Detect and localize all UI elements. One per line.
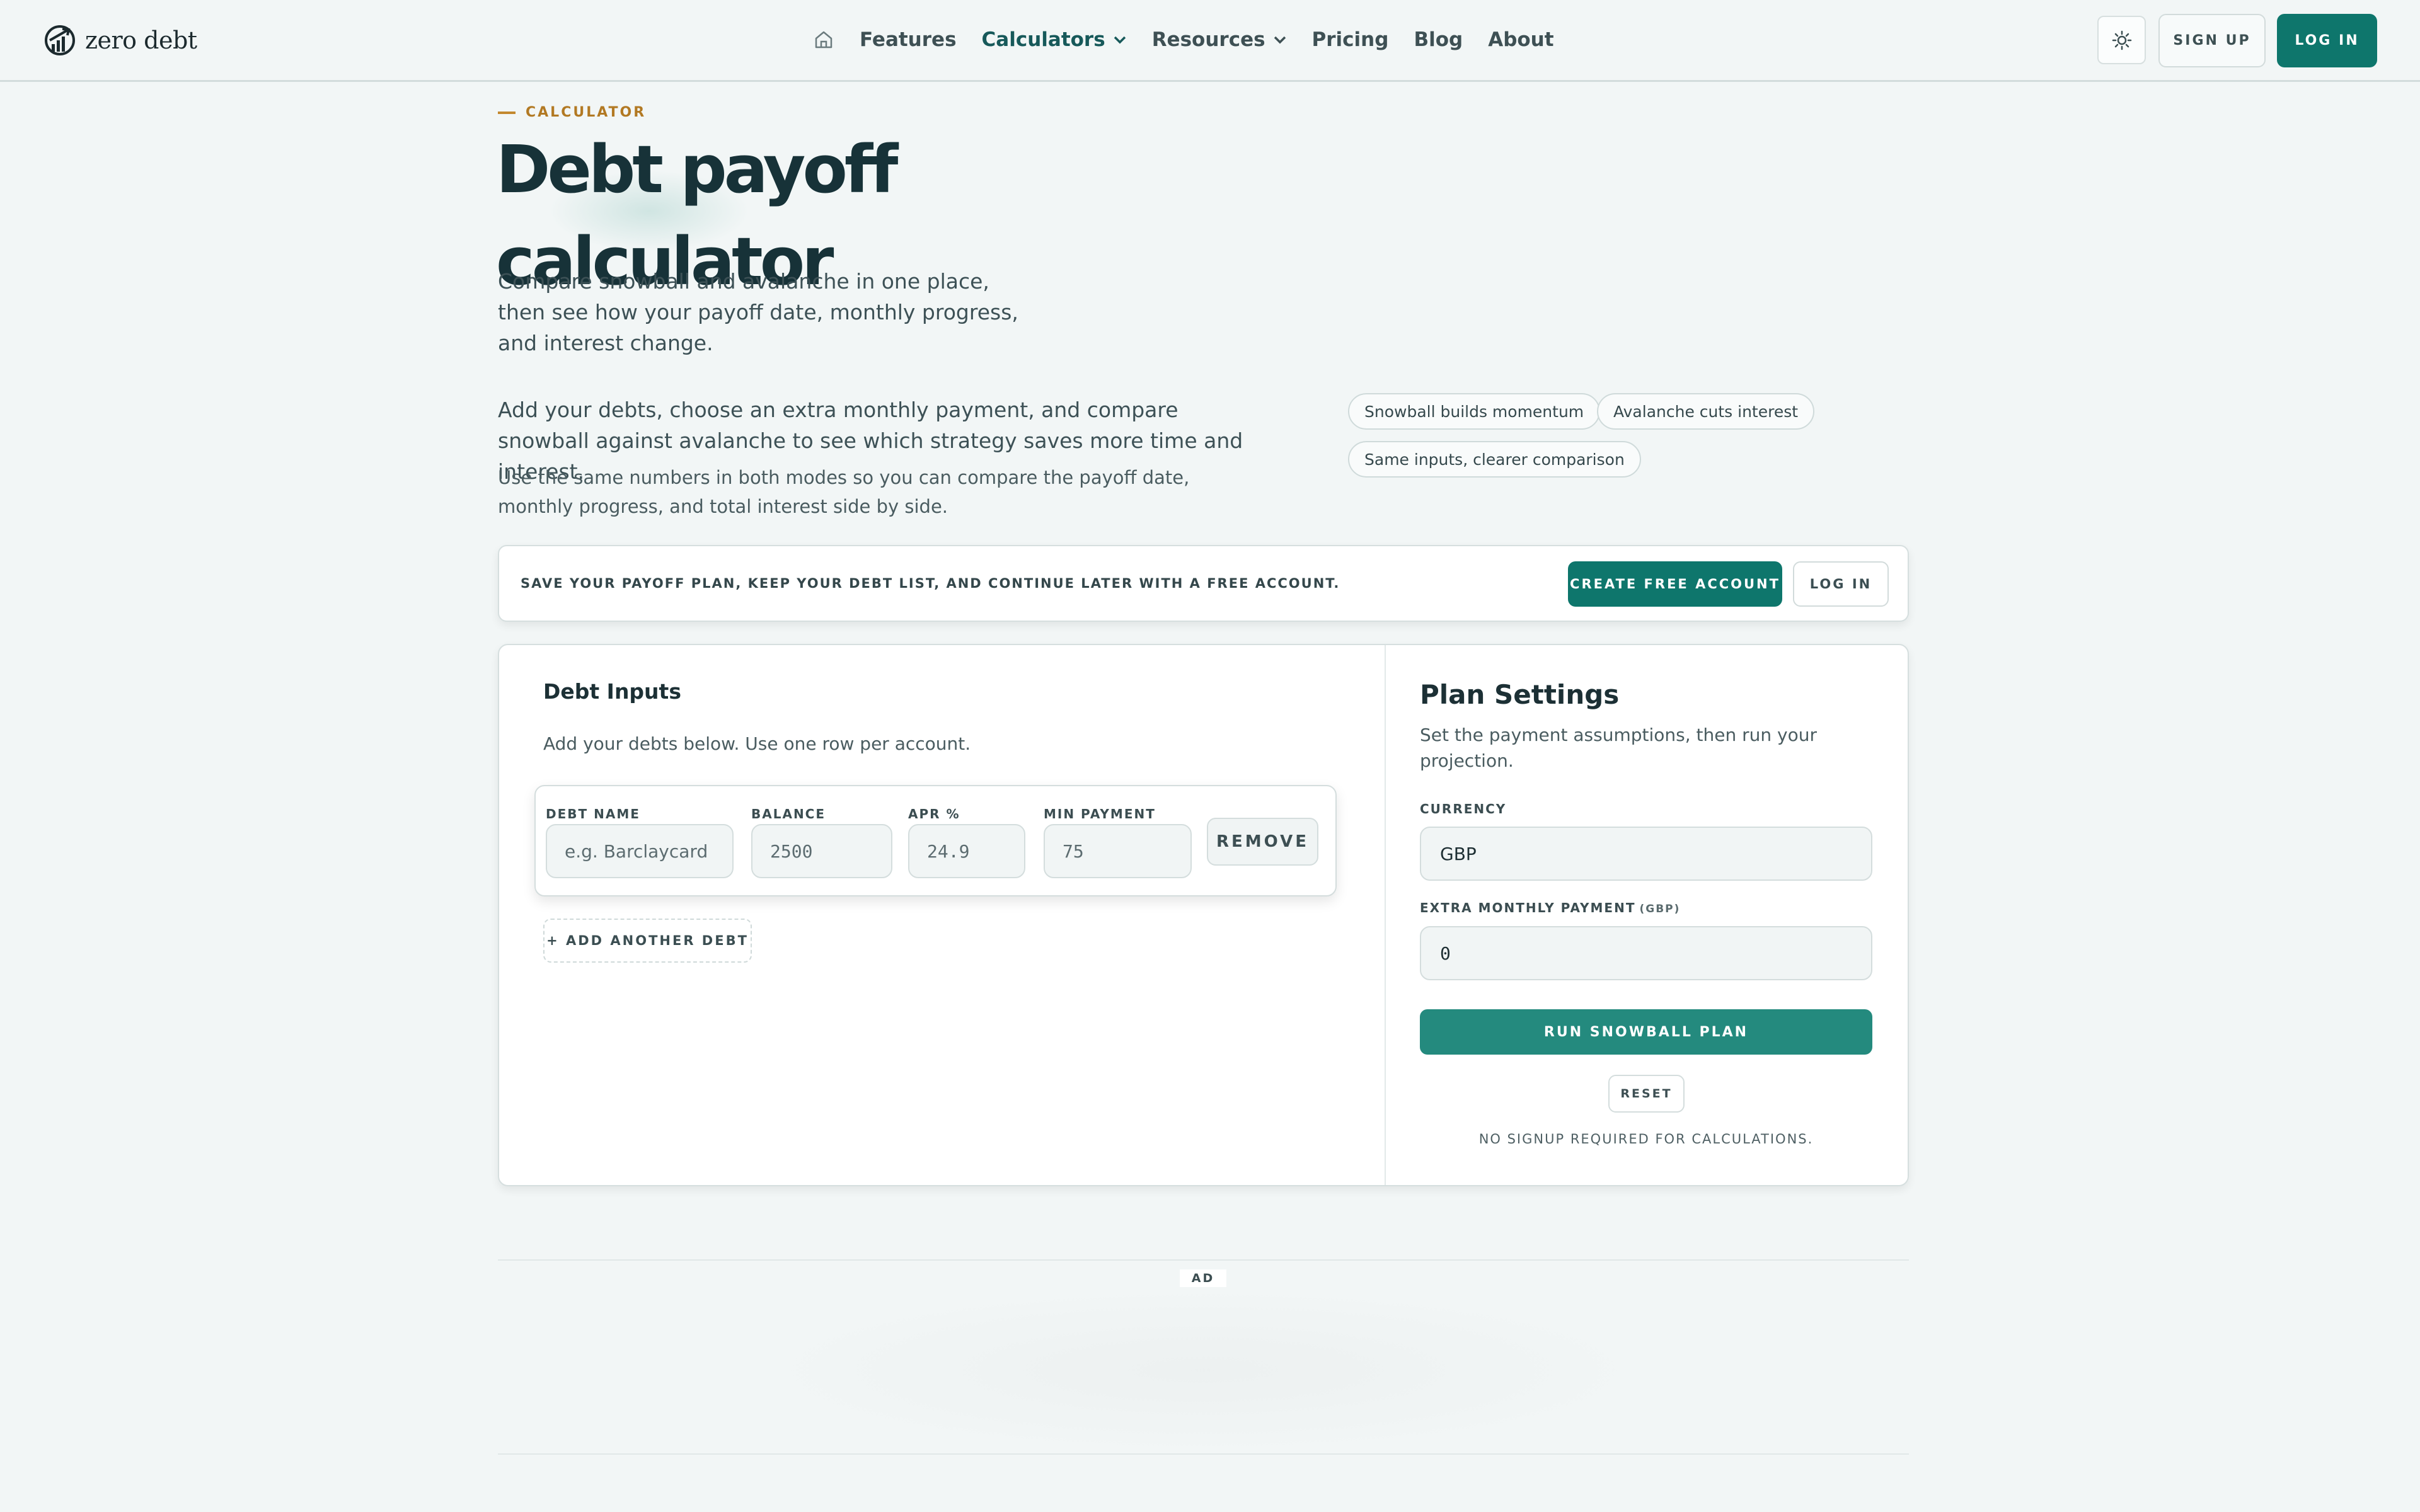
debt-name-label: DEBT NAME <box>546 806 640 822</box>
nav-calculators-label: Calculators <box>981 28 1105 51</box>
nav-resources[interactable]: Resources <box>1152 28 1287 51</box>
page-title-line-1: Debt payoff <box>496 131 898 208</box>
balance-input[interactable]: 2500 <box>751 824 892 878</box>
brand-logo[interactable]: zero debt <box>42 23 197 58</box>
debt-name-input[interactable]: e.g. Barclaycard <box>546 824 734 878</box>
reset-button[interactable]: RESET <box>1608 1075 1685 1113</box>
panel-divider <box>1385 645 1386 1185</box>
debt-inputs-subtitle: Add your debts below. Use one row per ac… <box>543 733 971 754</box>
ad-top-rule <box>498 1259 1909 1261</box>
nav-about[interactable]: About <box>1488 28 1553 51</box>
nav-blog[interactable]: Blog <box>1414 28 1463 51</box>
chevron-down-icon <box>1274 36 1286 44</box>
hero-eyebrow: CALCULATOR <box>498 105 646 120</box>
brand-name: zero debt <box>85 26 197 54</box>
banner-log-in-button[interactable]: LOG IN <box>1793 561 1889 607</box>
chevron-down-icon <box>1114 36 1126 44</box>
main-menu: Features Calculators Resources Pricing B… <box>813 0 1554 79</box>
debt-inputs-title: Debt Inputs <box>543 679 681 704</box>
extra-payment-label: EXTRA MONTHLY PAYMENT (GBP) <box>1420 900 1680 915</box>
extra-payment-input[interactable]: 0 <box>1420 926 1872 980</box>
extra-payment-unit: (GBP) <box>1639 903 1681 915</box>
create-free-account-button[interactable]: CREATE FREE ACCOUNT <box>1568 561 1782 607</box>
min-payment-input[interactable]: 75 <box>1044 824 1192 878</box>
nav-features-label: Features <box>860 28 957 51</box>
eyebrow-dash <box>498 111 516 114</box>
nav-resources-label: Resources <box>1151 28 1265 51</box>
plan-settings-title: Plan Settings <box>1420 679 1620 710</box>
apr-input[interactable]: 24.9 <box>908 824 1025 878</box>
log-in-button[interactable]: LOG IN <box>2277 14 2377 67</box>
debt-row: DEBT NAME e.g. Barclaycard BALANCE 2500 … <box>534 785 1337 896</box>
nav-about-label: About <box>1488 28 1554 51</box>
ad-bottom-rule <box>498 1453 1909 1455</box>
run-snowball-plan-button[interactable]: RUN SNOWBALL PLAN <box>1420 1009 1872 1055</box>
zero-debt-logo-icon <box>45 25 75 55</box>
sun-icon <box>2112 30 2131 50</box>
save-plan-banner: SAVE YOUR PAYOFF PLAN, KEEP YOUR DEBT LI… <box>498 545 1909 622</box>
ad-label: AD <box>1180 1269 1226 1287</box>
currency-label: CURRENCY <box>1420 801 1507 816</box>
nav-features[interactable]: Features <box>860 28 957 51</box>
feature-pill-snowball: Snowball builds momentum <box>1348 393 1601 430</box>
feature-pill-avalanche: Avalanche cuts interest <box>1597 393 1815 430</box>
ad-slot[interactable] <box>744 1285 1664 1455</box>
home-icon <box>815 31 833 49</box>
apr-label: APR % <box>908 806 960 822</box>
feature-pill-comparison: Same inputs, clearer comparison <box>1348 441 1641 478</box>
nav-calculators[interactable]: Calculators <box>982 28 1127 51</box>
top-navigation: zero debt Features Calculators Resources… <box>0 0 2420 82</box>
sign-up-button[interactable]: SIGN UP <box>2158 14 2266 67</box>
theme-toggle-button[interactable] <box>2097 16 2146 64</box>
add-another-debt-button[interactable]: + ADD ANOTHER DEBT <box>543 919 752 963</box>
nav-pricing[interactable]: Pricing <box>1312 28 1389 51</box>
eyebrow-label: CALCULATOR <box>526 105 647 120</box>
currency-select[interactable]: GBP <box>1420 827 1872 881</box>
no-signup-note: NO SIGNUP REQUIRED FOR CALCULATIONS. <box>1478 1131 1814 1147</box>
nav-pricing-label: Pricing <box>1311 28 1389 51</box>
balance-label: BALANCE <box>751 806 826 822</box>
min-payment-label: MIN PAYMENT <box>1044 806 1156 822</box>
extra-payment-label-text: EXTRA MONTHLY PAYMENT <box>1420 900 1636 915</box>
nav-home[interactable] <box>813 29 834 50</box>
nav-blog-label: Blog <box>1414 28 1463 51</box>
intro-secondary-text: Use the same numbers in both modes so yo… <box>498 467 1190 517</box>
hero-lead: Compare snowball and avalanche in one pl… <box>498 269 1018 355</box>
calculator-card: Debt Inputs Add your debts below. Use on… <box>498 644 1909 1186</box>
remove-debt-button[interactable]: REMOVE <box>1207 818 1318 866</box>
save-plan-text: SAVE YOUR PAYOFF PLAN, KEEP YOUR DEBT LI… <box>521 576 1340 591</box>
plan-settings-subtitle: Set the payment assumptions, then run yo… <box>1420 724 1817 771</box>
